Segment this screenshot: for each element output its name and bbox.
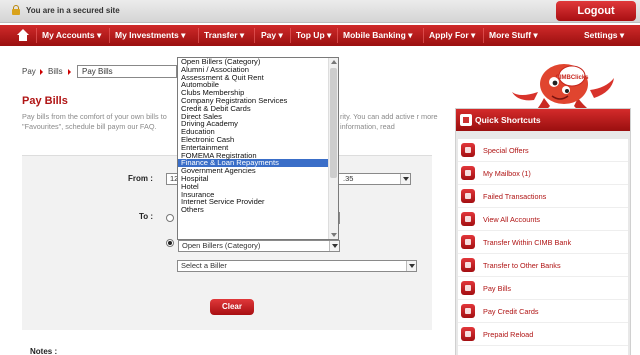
breadcrumb-arrow-icon	[40, 69, 43, 75]
dropdown-scrollbar[interactable]	[328, 58, 338, 239]
biller-select[interactable]: Select a Biller	[177, 260, 417, 272]
transfer-icon	[461, 235, 475, 249]
nav-mobile-banking[interactable]: Mobile Banking ▾	[343, 25, 412, 46]
breadcrumb-current: Pay Bills	[77, 65, 177, 78]
shortcut-item[interactable]: View All Accounts	[458, 208, 628, 231]
gift-icon	[461, 143, 475, 157]
transfer-other-banks-icon	[461, 258, 475, 272]
scroll-down-icon[interactable]	[331, 233, 337, 237]
credit-card-icon	[461, 304, 475, 318]
page-title: Pay Bills	[22, 95, 68, 107]
shortcuts-icon	[460, 114, 472, 126]
biller-category-value: Open Billers (Category)	[182, 241, 261, 250]
mailbox-icon	[461, 166, 475, 180]
shortcut-item[interactable]: Transfer Within CIMB Bank	[458, 231, 628, 254]
intro-text-right: rity. You can add active r more informat…	[340, 112, 438, 131]
accounts-icon	[461, 212, 475, 226]
shortcut-label: View All Accounts	[483, 215, 541, 224]
nav-settings[interactable]: Settings ▾	[584, 25, 624, 46]
nav-pay[interactable]: Pay ▾	[261, 25, 283, 46]
quick-shortcuts-header: Quick Shortcuts	[456, 109, 630, 131]
biller-value: Select a Biller	[181, 261, 227, 270]
dropdown-option[interactable]: Others	[178, 206, 330, 214]
lock-icon	[12, 5, 20, 15]
breadcrumb-pay[interactable]: Pay	[22, 67, 36, 76]
pay-bills-icon	[461, 281, 475, 295]
main-nav: My Accounts ▾ My Investments ▾ Transfer …	[0, 25, 640, 46]
dropdown-options: Open Billers (Category) Alumni / Associat…	[178, 58, 330, 214]
shortcut-item[interactable]: My Mailbox (1)	[458, 162, 628, 185]
scrollbar-thumb[interactable]	[330, 68, 337, 178]
shortcut-label: Pay Credit Cards	[483, 307, 539, 316]
shortcut-label: Transfer to Other Banks	[483, 261, 561, 270]
shortcut-label: Failed Transactions	[483, 192, 547, 201]
chevron-down-icon	[406, 261, 416, 271]
scroll-up-icon[interactable]	[331, 60, 337, 64]
dropdown-option[interactable]: Hospital	[178, 175, 330, 183]
shortcut-label: Pay Bills	[483, 284, 511, 293]
shortcuts-list: Special Offers My Mailbox (1) Failed Trans…	[458, 139, 628, 355]
secure-site-text: You are in a secured site	[26, 6, 120, 15]
from-account-balance: .35	[343, 174, 354, 183]
biller-category-dropdown[interactable]: Open Billers (Category) Alumni / Associat…	[177, 57, 339, 240]
quick-shortcuts-panel: Quick Shortcuts Special Offers My Mailbox…	[455, 108, 631, 355]
quick-shortcuts-title: Quick Shortcuts	[475, 115, 541, 125]
shortcut-item[interactable]: Pay Bills	[458, 277, 628, 300]
breadcrumb-arrow-icon	[68, 69, 71, 75]
biller-category-select[interactable]: Open Billers (Category)	[178, 240, 340, 252]
intro-text: Pay bills from the comfort of your own b…	[22, 112, 167, 131]
nav-my-investments[interactable]: My Investments ▾	[115, 25, 185, 46]
nav-more-stuff[interactable]: More Stuff ▾	[489, 25, 538, 46]
shortcut-item[interactable]: Prepaid Reload	[458, 323, 628, 346]
shortcut-label: Prepaid Reload	[483, 330, 534, 339]
to-open-biller-radio[interactable]	[166, 239, 174, 247]
to-label: To :	[139, 212, 154, 221]
chevron-down-icon	[329, 241, 339, 251]
chevron-down-icon	[400, 174, 410, 184]
top-bar: You are in a secured site Logout	[0, 0, 640, 23]
notes-label: Notes :	[30, 347, 58, 355]
breadcrumb-bills[interactable]: Bills	[48, 67, 63, 76]
shortcut-label: Special Offers	[483, 146, 529, 155]
from-label: From :	[128, 174, 153, 183]
nav-apply-for[interactable]: Apply For ▾	[429, 25, 475, 46]
shortcut-label: Transfer Within CIMB Bank	[483, 238, 572, 247]
shortcut-item[interactable]: Pay Credit Cards	[458, 300, 628, 323]
logout-button[interactable]: Logout	[556, 1, 636, 21]
nav-top-up[interactable]: Top Up ▾	[296, 25, 331, 46]
home-icon[interactable]	[17, 29, 29, 41]
nav-transfer[interactable]: Transfer ▾	[204, 25, 244, 46]
shortcut-item[interactable]: Failed Transactions	[458, 185, 628, 208]
reload-icon	[461, 327, 475, 341]
to-favourite-radio[interactable]	[166, 214, 174, 222]
mascot-badge-text: CIMBClicks	[555, 75, 589, 81]
shortcut-item[interactable]: Special Offers	[458, 139, 628, 162]
shortcut-label: My Mailbox (1)	[483, 169, 531, 178]
shortcut-item[interactable]: Transfer to Other Banks	[458, 254, 628, 277]
nav-my-accounts[interactable]: My Accounts ▾	[42, 25, 101, 46]
clear-button[interactable]: Clear	[210, 299, 254, 315]
failed-transactions-icon	[461, 189, 475, 203]
